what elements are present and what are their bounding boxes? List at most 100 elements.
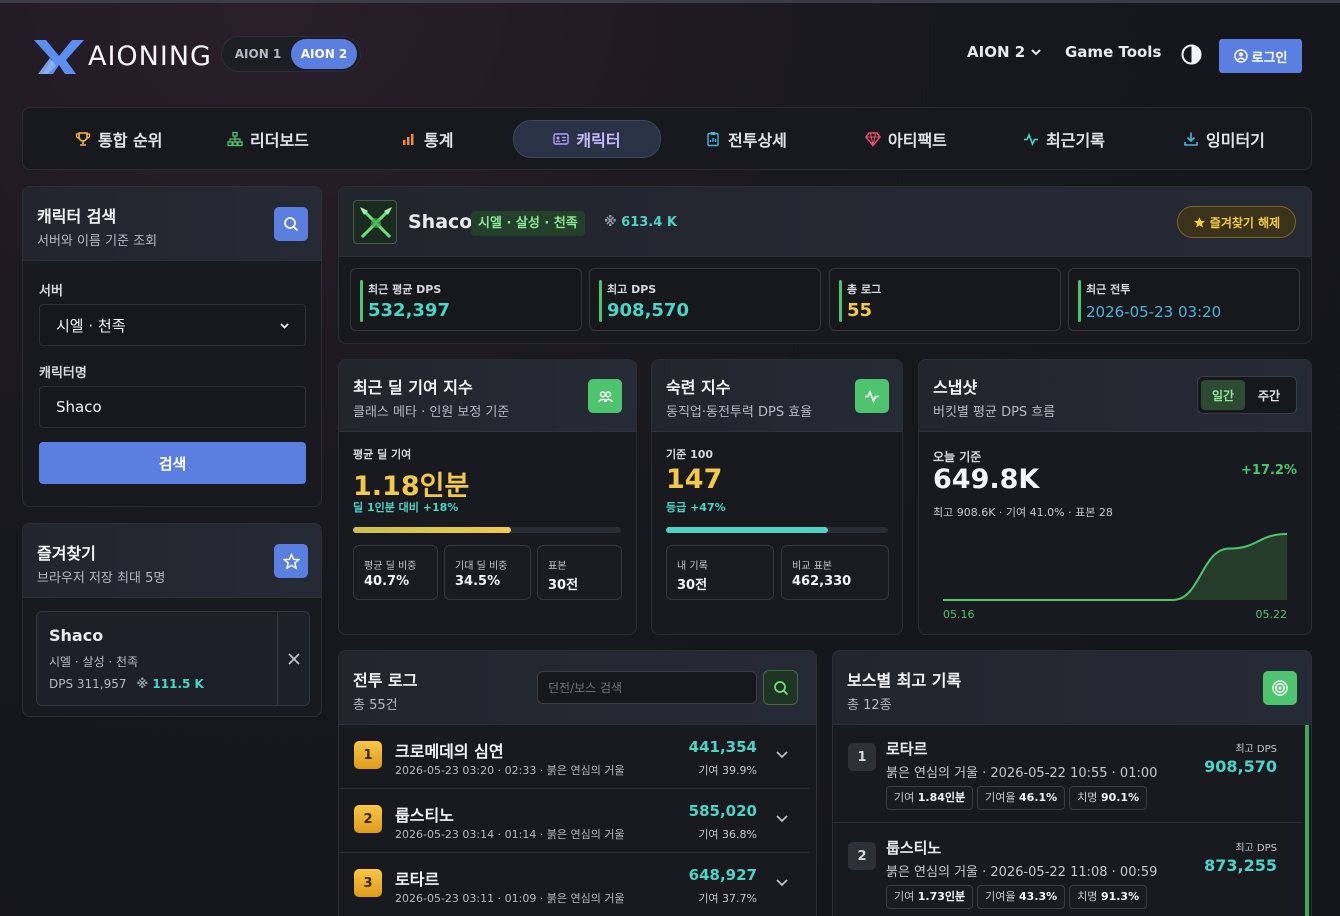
stat-recent-avg-dps: 최근 평균 DPS 532,397 (350, 268, 582, 331)
stat-label: 총 로그 (847, 283, 882, 296)
nav-item-meter[interactable]: 잉미터기 (1169, 120, 1279, 158)
chevron-down-icon[interactable] (775, 747, 789, 761)
chart-area (943, 534, 1287, 600)
pulse-icon-button[interactable] (855, 379, 889, 413)
nav-item-character[interactable]: 캐릭터 (513, 120, 661, 158)
profile-header: Shaco 시엘 · 살성 · 천족 ※ 613.4 K 즐겨찾기 해제 (339, 187, 1311, 257)
mini-value: 462,330 (792, 574, 852, 589)
unfavorite-button[interactable]: 즐겨찾기 해제 (1177, 206, 1296, 238)
nav-item-artifact[interactable]: 아티팩트 (851, 120, 961, 158)
rank-badge: 1 (848, 743, 876, 771)
rank-badge: 2 (354, 805, 382, 833)
log-name: 룹스티노 (395, 806, 454, 825)
max-dps-label: 최고 DPS (1235, 744, 1277, 755)
pulse-icon (1024, 132, 1038, 147)
card-title: 즐겨찾기 (37, 544, 96, 563)
target-icon-button[interactable] (1263, 671, 1297, 705)
search-icon-button[interactable] (274, 207, 308, 241)
battle-log-row[interactable]: 3 로타르 2026-05-23 03:11 · 01:09 · 붉은 연심의 … (339, 853, 809, 916)
stat-bar (839, 280, 842, 322)
favorite-item[interactable]: Shaco 시엘 · 살성 · 천족 DPS 311,957 ※ 111.5 K (36, 611, 310, 706)
character-name-input[interactable]: Shaco (39, 386, 306, 428)
card-header: 즐겨찾기 브라우저 저장 최대 5명 (23, 524, 321, 598)
battle-log-row[interactable]: 2 룹스티노 2026-05-23 03:14 · 01:14 · 붉은 연심의… (339, 789, 809, 853)
nav-item-recent[interactable]: 최근기록 (1009, 120, 1119, 158)
snapshot-card: 스냅샷 버킷별 평균 DPS 흐름 일간 주간 오늘 기준 649.8K +17… (918, 359, 1312, 635)
mini-label: 표본 (548, 561, 567, 572)
star-icon (282, 552, 300, 570)
chevron-down-icon (280, 323, 289, 329)
card-header: 캐릭터 검색 서버와 이름 기준 조회 (23, 187, 321, 261)
stat-label: 최고 DPS (607, 283, 657, 296)
chevron-down-icon[interactable] (775, 811, 789, 825)
favorite-star-button[interactable] (274, 544, 308, 578)
power-icon: ※ (136, 677, 149, 691)
close-icon[interactable] (287, 652, 301, 666)
tab-daily[interactable]: 일간 (1201, 380, 1245, 410)
card-subtitle: 클래스 메타 · 인원 보정 기준 (353, 405, 510, 420)
nav-label: 통계 (424, 131, 454, 150)
battle-search-input[interactable] (537, 671, 757, 704)
unfavorite-label: 즐겨찾기 해제 (1209, 215, 1281, 230)
log-name: 크로메데의 심연 (395, 742, 504, 761)
logo[interactable]: AIONING (32, 36, 212, 76)
battle-log-row[interactable]: 1 크로메데의 심연 2026-05-23 03:20 · 02:33 · 붉은… (339, 725, 809, 789)
version-aion2-button[interactable]: AION 2 (291, 39, 357, 69)
combat-power: ※ 613.4 K (604, 215, 677, 230)
nav-label: 아티팩트 (888, 131, 947, 150)
nav-item-battle-detail[interactable]: 전투상세 (691, 120, 801, 158)
rank-badge: 1 (354, 741, 382, 769)
boss-record-row[interactable]: 1 로타르 붉은 연심의 거울 · 2026-05-22 10:55 · 01:… (833, 725, 1303, 823)
mini-label: 내 기록 (677, 561, 708, 572)
character-name: Shaco (408, 211, 473, 233)
card-title: 보스별 최고 기록 (847, 671, 962, 690)
boss-name: 룹스티노 (886, 839, 942, 857)
search-icon (773, 680, 788, 695)
logo-icon (34, 40, 84, 74)
stat-value: 532,397 (368, 300, 450, 321)
log-meta: 2026-05-23 03:14 · 01:14 · 붉은 연심의 거울 (395, 828, 625, 841)
mini-stat: 내 기록 30전 (666, 545, 774, 600)
stat-bar (1078, 280, 1081, 322)
version-aion1-button[interactable]: AION 1 (225, 39, 291, 69)
snapshot-chart (942, 533, 1288, 601)
favorite-stats: DPS 311,957 ※ 111.5 K (49, 677, 204, 691)
nav-label: 캐릭터 (576, 131, 621, 150)
nav-item-stats[interactable]: 통계 (387, 120, 467, 158)
stat-total-logs: 총 로그 55 (829, 268, 1061, 331)
class-avatar (353, 200, 397, 244)
metric-value: 1.18인분 (353, 471, 470, 502)
version-toggle: AION 1 AION 2 (221, 36, 361, 72)
scrollbar[interactable] (1305, 725, 1309, 916)
boss-records-card: 보스별 최고 기록 총 12종 1 로타르 붉은 연심의 거울 · 2026-0… (832, 650, 1312, 916)
mini-stat: 평균 딜 비중 40.7% (353, 545, 438, 600)
boss-record-row[interactable]: 2 룹스티노 붉은 연심의 거울 · 2026-05-22 11:08 · 00… (833, 824, 1303, 916)
record-tags: 기여 1.73인분 기여율 43.3% 치명 91.3% (886, 885, 1151, 909)
server-select[interactable]: 시엘 · 천족 (39, 304, 306, 346)
character-name-value: Shaco (56, 398, 102, 416)
game-tools-link[interactable]: Game Tools (1065, 43, 1161, 61)
mini-label: 비교 표본 (792, 561, 832, 572)
group-icon-button[interactable] (588, 379, 622, 413)
nav-item-leaderboard[interactable]: 리더보드 (213, 120, 323, 158)
x-axis-end: 05.22 (1255, 608, 1288, 621)
game-select[interactable]: AION 2 (967, 43, 1043, 61)
record-tags: 기여 1.84인분 기여율 46.1% 치명 90.1% (886, 786, 1151, 810)
battle-search-button[interactable] (763, 670, 798, 705)
chevron-down-icon[interactable] (775, 875, 789, 889)
stat-value: 55 (847, 300, 873, 321)
card-title: 캐릭터 검색 (37, 207, 117, 226)
card-subtitle: 총 12종 (847, 698, 892, 713)
nav-label: 최근기록 (1046, 131, 1105, 150)
chevron-down-icon (1031, 49, 1041, 56)
log-meta: 2026-05-23 03:20 · 02:33 · 붉은 연심의 거울 (395, 764, 625, 777)
nav-label: 리더보드 (250, 131, 309, 150)
nav-label: 전투상세 (728, 131, 787, 150)
game-select-label: AION 2 (967, 43, 1026, 61)
login-button[interactable]: 로그인 (1219, 39, 1302, 73)
search-button[interactable]: 검색 (39, 442, 306, 484)
tab-weekly[interactable]: 주간 (1247, 380, 1291, 410)
favorite-dps: DPS 311,957 (49, 677, 127, 691)
nav-item-ranking[interactable]: 통합 순위 (61, 120, 176, 158)
theme-toggle-icon[interactable] (1181, 44, 1202, 65)
